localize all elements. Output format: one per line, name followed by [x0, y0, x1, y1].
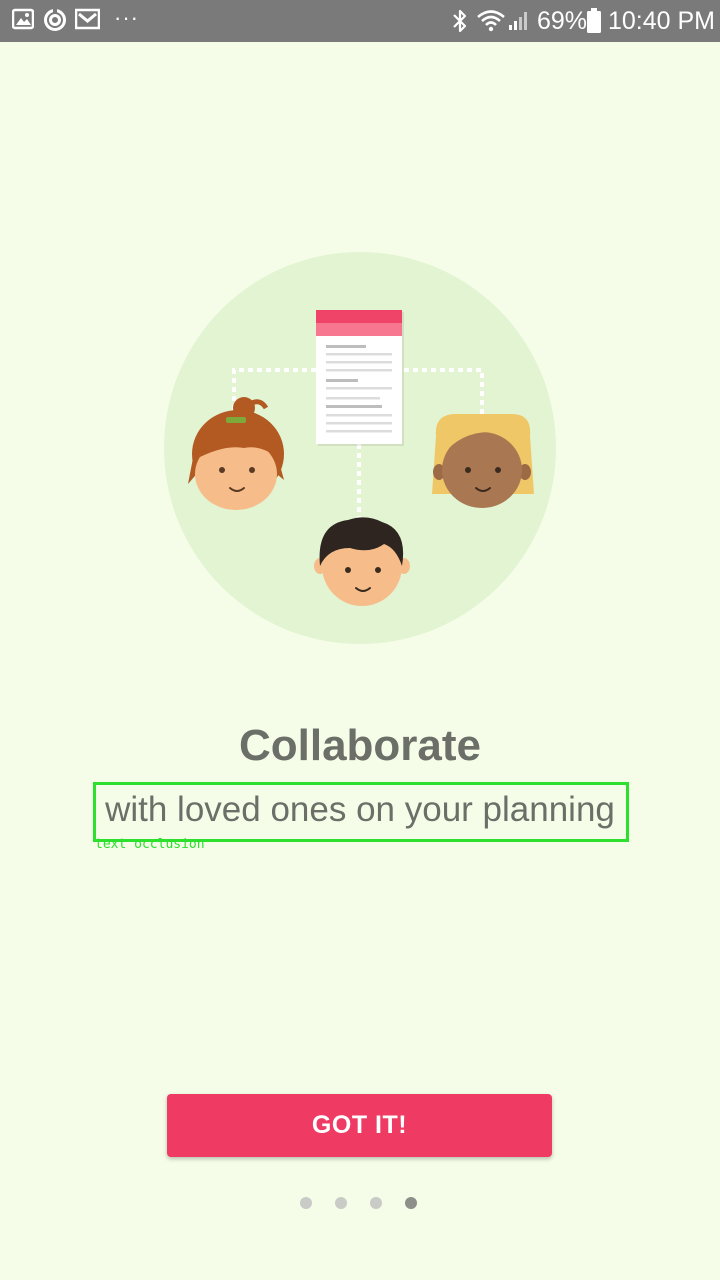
page-dot-4[interactable]	[405, 1197, 417, 1209]
document-icon	[316, 310, 404, 446]
more-notifications-icon: ···	[114, 5, 139, 30]
collaboration-illustration	[160, 248, 560, 648]
gallery-icon	[11, 8, 35, 35]
occlusion-box	[93, 782, 629, 842]
wifi-icon	[476, 8, 506, 37]
page-dot-3[interactable]	[370, 1197, 382, 1209]
clock: 10:40 PM	[608, 7, 716, 35]
status-bar: ··· 69% 10:40 PM	[0, 0, 720, 42]
gmail-icon	[74, 8, 101, 35]
occlusion-label: text occlusion	[95, 837, 205, 852]
sync-icon	[43, 8, 67, 37]
page-title: Collaborate	[238, 721, 482, 770]
got-it-button[interactable]: GOT IT!	[167, 1094, 552, 1157]
battery-percent: 69%	[537, 7, 588, 35]
page-dot-2[interactable]	[335, 1197, 347, 1209]
page-dot-1[interactable]	[300, 1197, 312, 1209]
avatar-woman-icon	[432, 414, 534, 508]
signal-icon	[508, 9, 530, 36]
battery-icon	[586, 8, 602, 39]
bluetooth-icon	[451, 9, 469, 38]
page-indicator	[300, 1197, 424, 1211]
